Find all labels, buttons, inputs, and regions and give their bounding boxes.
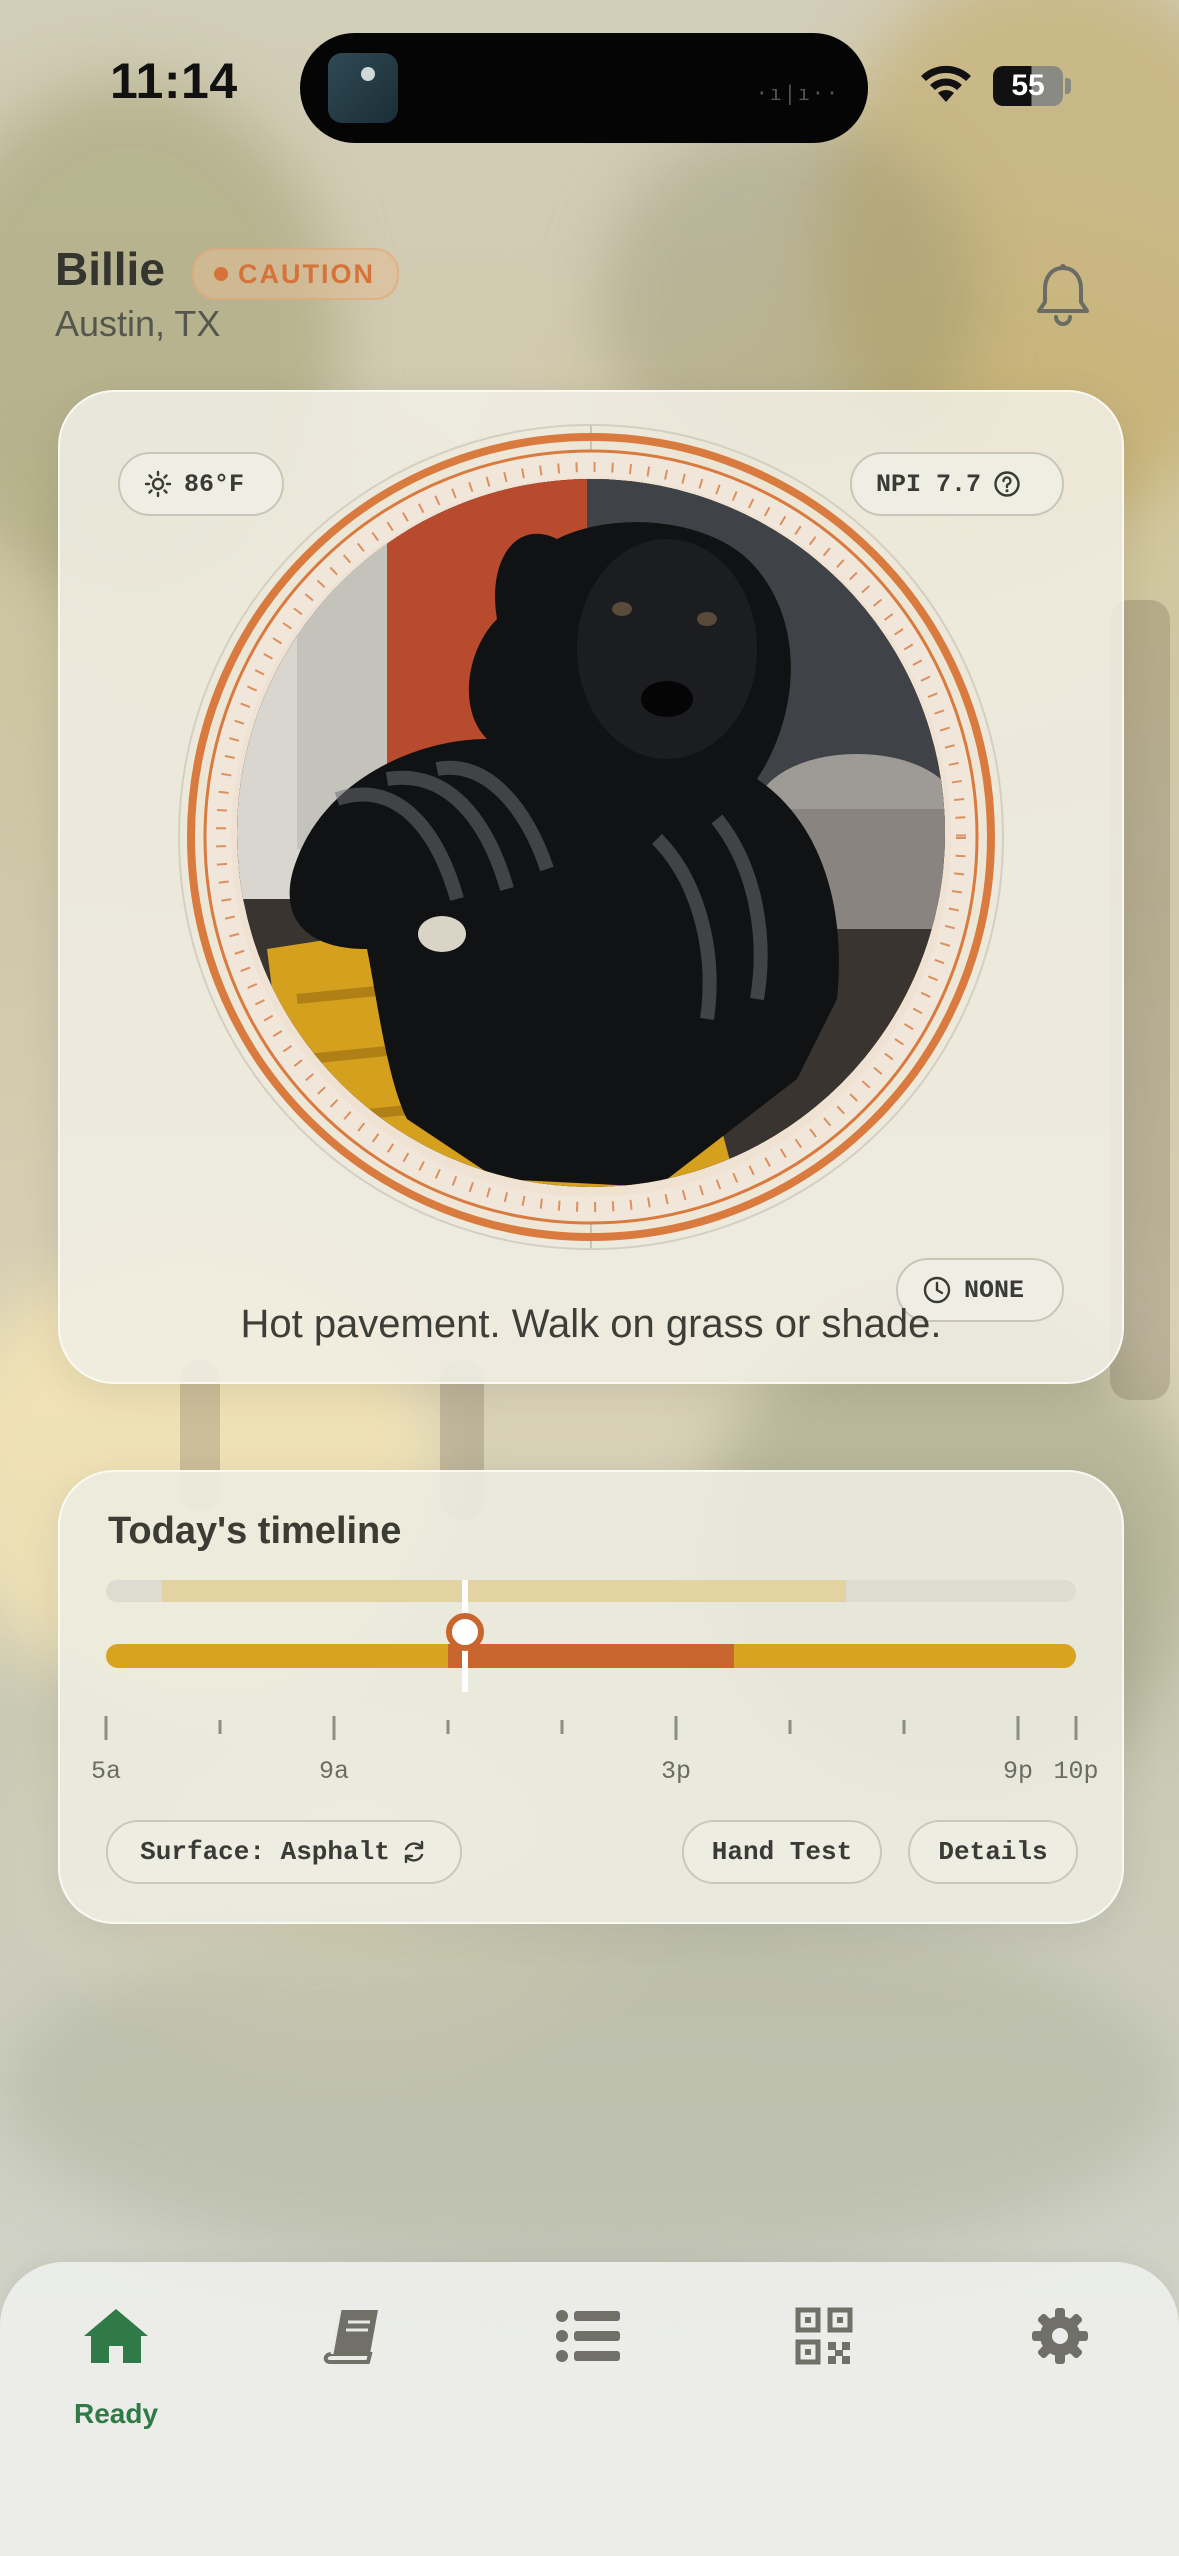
tick-label: 9p <box>1003 1757 1033 1786</box>
pet-photo[interactable] <box>237 479 945 1187</box>
paw-safety-card: 86°F NPI 7.7 NONE Hot pavement. Walk on … <box>58 390 1124 1384</box>
battery-icon: 55 <box>993 66 1063 106</box>
book-icon <box>323 2309 378 2364</box>
timeline-card: Today's timeline 5a 9a 3p 9p 10p Surface… <box>58 1470 1124 1924</box>
tab-settings[interactable] <box>990 2290 1130 2430</box>
status-badge: CAUTION <box>192 248 399 300</box>
clock: 11:14 <box>110 53 238 109</box>
tick-label: 3p <box>661 1757 691 1786</box>
tab-ready-label: Ready <box>73 2398 159 2429</box>
tick-label: 5a <box>91 1757 121 1786</box>
surface-button-label: Surface: Asphalt <box>140 1837 390 1867</box>
clock-icon <box>923 1276 951 1304</box>
now-playing-thumbnail <box>328 53 398 123</box>
advice-message: Hot pavement. Walk on grass or shade. <box>240 1302 942 1346</box>
refresh-icon <box>404 1840 424 1864</box>
hand-test-button[interactable]: Hand Test <box>682 1820 882 1884</box>
surface-button[interactable]: Surface: Asphalt <box>106 1820 462 1884</box>
details-button[interactable]: Details <box>908 1820 1078 1884</box>
battery-tip <box>1065 78 1071 94</box>
sun-icon <box>144 470 172 498</box>
pet-name[interactable]: Billie <box>55 242 165 296</box>
list-icon <box>556 2310 620 2362</box>
tick-label: 9a <box>319 1757 349 1786</box>
wifi-icon <box>921 65 971 102</box>
bell-icon[interactable] <box>1032 262 1094 328</box>
status-dot-icon <box>214 267 228 281</box>
tab-guide[interactable] <box>282 2290 422 2430</box>
status-bar: 11:14 ·ı|ı·· 55 <box>0 0 1179 170</box>
tab-scan[interactable] <box>754 2290 894 2430</box>
home-icon <box>84 2309 148 2363</box>
timeline-track[interactable]: 5a 9a 3p 9p 10p <box>60 1472 1122 1812</box>
qr-code-icon <box>795 2307 853 2365</box>
status-badge-label: CAUTION <box>238 259 375 289</box>
tick-label: 10p <box>1053 1757 1098 1786</box>
tab-ready[interactable]: Ready <box>46 2290 186 2430</box>
time-window-value: NONE <box>964 1275 1025 1305</box>
tab-bar: Ready <box>0 2262 1179 2556</box>
gear-icon <box>1032 2308 1088 2364</box>
location-label: Austin, TX <box>55 303 221 344</box>
audio-waveform-icon: ·ı|ı·· <box>755 81 840 105</box>
dynamic-island[interactable]: ·ı|ı·· <box>300 33 868 143</box>
tab-log[interactable] <box>518 2290 658 2430</box>
